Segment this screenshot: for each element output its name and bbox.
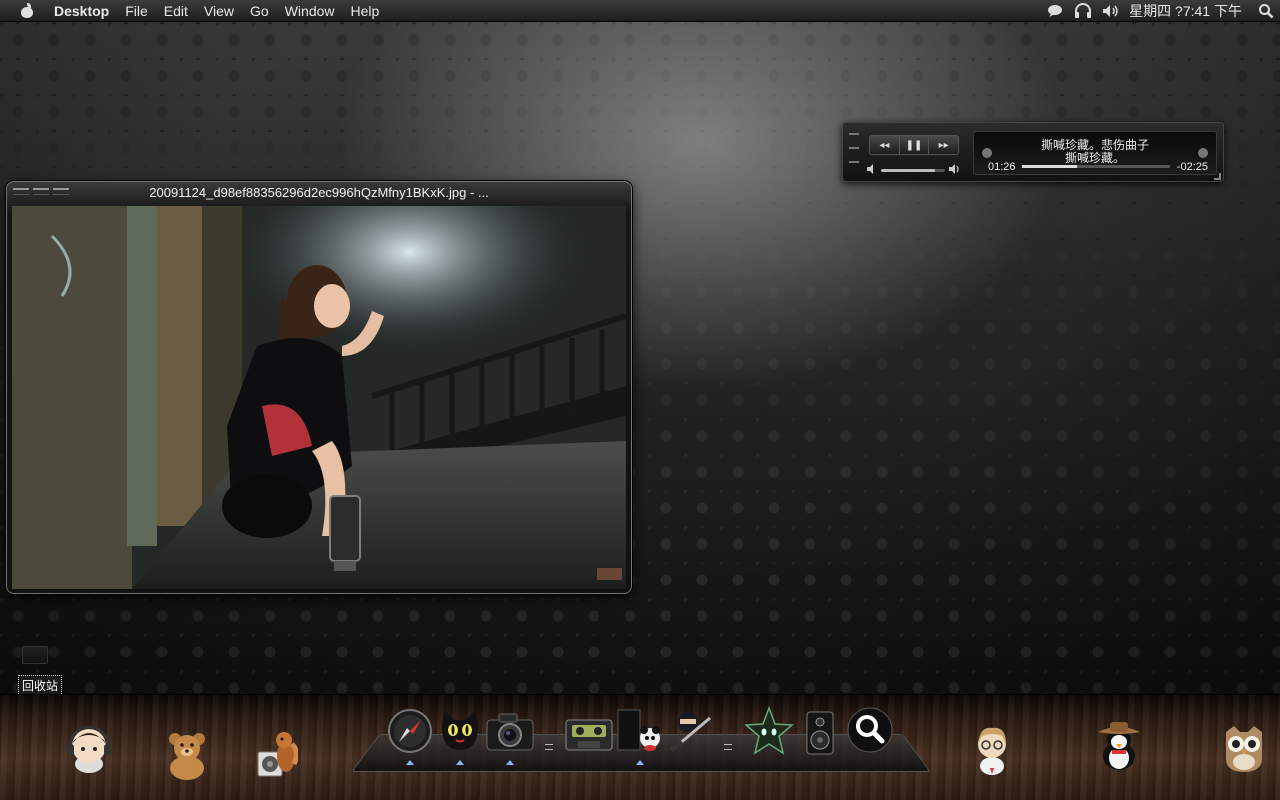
rewind-button[interactable]: ◂◂ [870, 136, 900, 154]
menu-edit[interactable]: Edit [156, 3, 196, 19]
forward-button[interactable]: ▸▸ [929, 136, 958, 154]
volume-track[interactable] [881, 168, 945, 172]
speech-bubble-icon[interactable] [1041, 0, 1069, 22]
menu-clock[interactable]: 星期四 ?7:41 下午 [1125, 1, 1252, 21]
trash-icon[interactable] [22, 646, 48, 664]
photo-girl-crouching [12, 206, 626, 589]
running-indicator [456, 760, 464, 765]
headphones-icon[interactable] [1069, 0, 1097, 22]
close-button[interactable] [13, 188, 29, 195]
running-indicator [506, 760, 514, 765]
volume-high-icon [949, 163, 961, 177]
speaker-icon[interactable] [804, 710, 836, 756]
headphone-boy-icon[interactable] [64, 722, 114, 774]
dock-separator [545, 744, 553, 750]
spotlight-search-icon[interactable] [1252, 0, 1280, 22]
running-indicator [636, 760, 644, 765]
panda-book-icon[interactable] [616, 708, 662, 754]
now-playing-display: 撕喊珍藏。悲伤曲子 撕喊珍藏。 01:26 -02:25 [973, 131, 1217, 175]
owl-icon[interactable] [1220, 722, 1268, 774]
menu-file[interactable]: File [117, 3, 156, 19]
elapsed-time: 01:26 [988, 161, 1016, 173]
cat-face-icon[interactable] [436, 706, 484, 754]
chipmunk-speaker-icon[interactable] [254, 730, 298, 778]
minimize-button[interactable] [33, 188, 49, 195]
zoom-button[interactable] [53, 188, 69, 195]
girl-avatar-icon[interactable] [970, 724, 1014, 776]
menu-help[interactable]: Help [343, 3, 388, 19]
menu-bar: Desktop File Edit View Go Window Help 星期… [0, 0, 1280, 22]
music-player-widget: ◂◂ ❚❚ ▸▸ 撕喊珍藏。悲伤曲子 撕喊珍藏。 01:26 -02:25 [842, 122, 1224, 182]
trash-label[interactable]: 回收站 [18, 675, 63, 696]
image-viewer-window: 20091124_d98ef88356296d2ec996hQzMfny1BKx… [6, 181, 632, 594]
widget-resize-handle[interactable] [1214, 173, 1221, 180]
safari-compass-icon[interactable] [387, 708, 433, 754]
cowboy-penguin-icon[interactable] [1094, 720, 1144, 772]
window-controls [13, 188, 69, 195]
teddy-bear-icon[interactable] [164, 730, 210, 780]
track-progress-fill [1022, 165, 1077, 168]
cassette-tape-icon[interactable] [564, 716, 614, 754]
dark-star-icon[interactable] [744, 706, 794, 756]
running-indicator [406, 760, 414, 765]
volume-low-icon [867, 163, 877, 177]
dock-separator [724, 744, 732, 750]
volume-slider[interactable] [867, 163, 961, 177]
photo-image [12, 206, 626, 589]
menu-go[interactable]: Go [242, 3, 277, 19]
pause-button[interactable]: ❚❚ [899, 136, 930, 154]
volume-fill [881, 168, 936, 172]
track-progress-bar[interactable] [1022, 165, 1170, 168]
menu-app-name[interactable]: Desktop [46, 3, 117, 19]
apple-icon[interactable] [20, 2, 34, 19]
menu-view[interactable]: View [196, 3, 242, 19]
camera-icon[interactable] [485, 710, 535, 754]
remaining-time: -02:25 [1176, 161, 1208, 173]
viewer-title: 20091124_d98ef88356296d2ec996hQzMfny1BKx… [149, 185, 489, 200]
ninja-sword-icon[interactable] [666, 708, 714, 756]
menu-window[interactable]: Window [277, 3, 343, 19]
playback-controls: ◂◂ ❚❚ ▸▸ [869, 135, 959, 155]
widget-drag-handle[interactable] [849, 133, 859, 175]
search-magnifier-icon[interactable] [846, 706, 894, 754]
volume-icon[interactable] [1097, 0, 1125, 22]
viewer-titlebar[interactable]: 20091124_d98ef88356296d2ec996hQzMfny1BKx… [7, 182, 631, 204]
